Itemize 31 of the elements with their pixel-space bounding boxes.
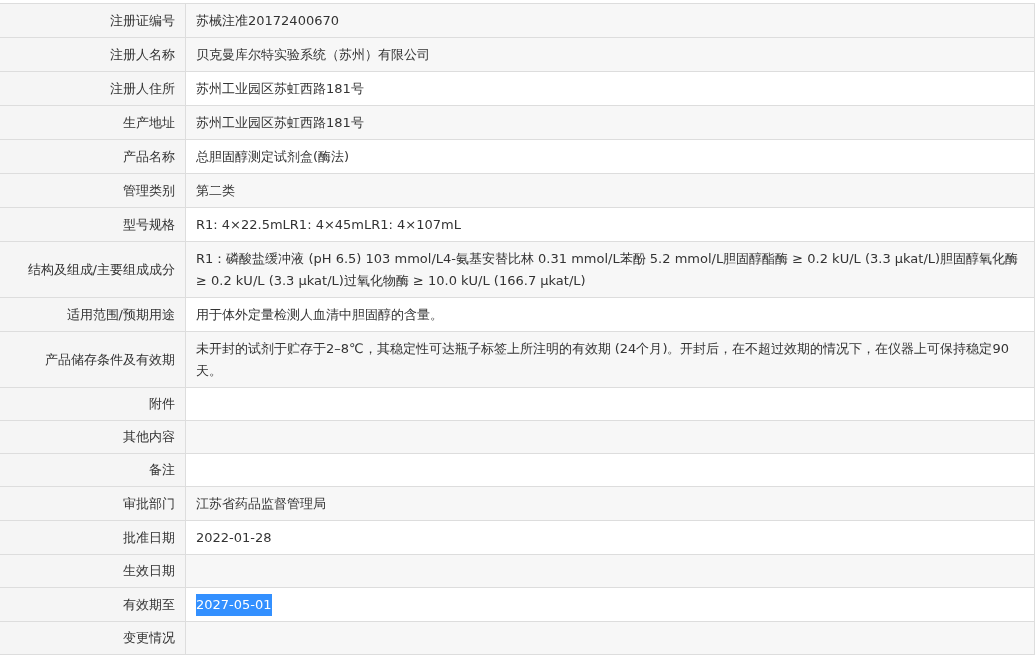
field-value: 苏械注准20172400670 [196, 12, 339, 30]
field-label: 结构及组成/主要组成成分 [0, 242, 186, 297]
field-label: 有效期至 [0, 588, 186, 621]
field-value: 用于体外定量检测人血清中胆固醇的含量。 [196, 306, 443, 324]
field-label: 产品名称 [0, 140, 186, 173]
field-value: 第二类 [196, 182, 235, 200]
field-value: 贝克曼库尔特实验系统（苏州）有限公司 [196, 46, 430, 64]
field-value: R1: 4×22.5mLR1: 4×45mLR1: 4×107mL [196, 216, 461, 234]
field-value: 苏州工业园区苏虹西路181号 [196, 114, 364, 132]
field-label: 管理类别 [0, 174, 186, 207]
field-value: 2027-05-01 [196, 594, 272, 616]
field-label: 注册人名称 [0, 38, 186, 71]
field-label: 注册证编号 [0, 4, 186, 37]
field-value: 苏州工业园区苏虹西路181号 [196, 80, 364, 98]
field-label: 生效日期 [0, 555, 186, 587]
field-label: 适用范围/预期用途 [0, 298, 186, 331]
field-label: 备注 [0, 454, 186, 486]
field-value: 未开封的试剂于贮存于2–8℃，其稳定性可达瓶子标签上所注明的有效期 (24个月)。开封后，在不超过效期的情况下，在仪器上可保持稳定90天。 [196, 340, 1010, 380]
field-label: 变更情况 [0, 622, 186, 654]
field-value: 江苏省药品监督管理局 [196, 495, 326, 513]
field-label: 型号规格 [0, 208, 186, 241]
field-label: 其他内容 [0, 421, 186, 453]
field-label: 批准日期 [0, 521, 186, 554]
field-label: 产品储存条件及有效期 [0, 332, 186, 387]
field-label: 附件 [0, 388, 186, 420]
field-value: R1：磷酸盐缓冲液 (pH 6.5) 103 mmol/L4-氨基安替比林 0.31 mmol/L苯酚 5.2 mmol/L胆固醇酯酶 ≥ 0.2 kU/L (3.3 µkat/L)胆固醇氧化酶 ≥ 0.2 kU/L (3.3 µkat/L)过氧化物酶 ≥ 10.0 kU/L (166.7 µkat/L) [196, 250, 1020, 290]
field-label: 审批部门 [0, 487, 186, 520]
field-value: 2022-01-28 [196, 529, 272, 547]
field-label: 生产地址 [0, 106, 186, 139]
field-value: 总胆固醇测定试剂盒(酶法) [196, 148, 350, 166]
field-label: 注册人住所 [0, 72, 186, 105]
